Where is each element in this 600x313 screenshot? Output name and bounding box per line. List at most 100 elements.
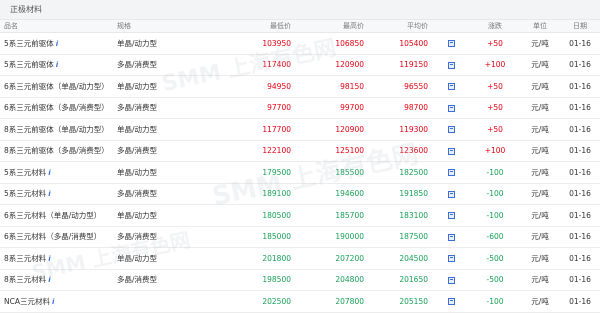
- cell-spec: 单晶/动力型: [113, 161, 221, 184]
- cell-unit-text: 元/吨: [531, 189, 549, 199]
- table-row[interactable]: 6系三元材料（单晶/动力型） 单晶/动力型 180500 185700 183100 -1…: [0, 204, 600, 227]
- cell-name-text: 5系三元材料: [4, 167, 47, 177]
- cell-date: 01-16: [560, 204, 600, 227]
- table-row[interactable]: 5系三元材料 i 多晶/消费型 189100 194600 191850 -100 元/吨 01…: [0, 183, 600, 205]
- cell-unit: 元/吨: [520, 226, 560, 248]
- cell-chart: [432, 97, 470, 119]
- cell-low-text: 117700: [262, 124, 291, 134]
- cell-date-text: 01-16: [569, 103, 591, 113]
- table-row[interactable]: 6系三元材料（多晶/消费型） 多晶/消费型 185000 190000 187500 -6…: [0, 226, 600, 248]
- cell-avg-text: 96550: [404, 81, 428, 91]
- cell-high-text: 120900: [335, 124, 364, 134]
- cell-unit: 元/吨: [520, 75, 560, 98]
- info-icon[interactable]: i: [56, 61, 58, 69]
- cell-high-text: 185700: [335, 210, 364, 220]
- chart-icon[interactable]: [447, 126, 455, 134]
- info-icon[interactable]: i: [48, 190, 50, 198]
- cell-low-text: 202500: [262, 296, 291, 306]
- col-header-chart: [432, 20, 470, 33]
- cell-chg-text: -100: [486, 189, 504, 199]
- chart-icon[interactable]: [447, 276, 455, 284]
- cell-low-text: 117400: [262, 60, 291, 70]
- cell-chart: [432, 32, 470, 55]
- cell-unit: 元/吨: [520, 140, 560, 162]
- table-row[interactable]: 5系三元材料 i 单晶/动力型 179500 185500 182500 -100 元/吨 01…: [0, 161, 600, 184]
- cell-spec: 单晶/动力型: [113, 247, 221, 270]
- col-header-name: 品名: [0, 20, 113, 33]
- cell-low-text: 94950: [267, 81, 291, 91]
- chart-icon[interactable]: [447, 255, 455, 263]
- chart-icon[interactable]: [447, 104, 455, 112]
- cell-chart: [432, 247, 470, 270]
- cell-chg-text: -500: [486, 253, 504, 263]
- cell-unit-text: 元/吨: [531, 232, 549, 242]
- table-row[interactable]: 5系三元前驱体 i 单晶/动力型 103950 106850 105400 +50 元/吨 01…: [0, 32, 600, 55]
- cell-avg-text: 204500: [399, 253, 428, 263]
- info-icon[interactable]: i: [48, 169, 50, 177]
- cell-high-text: 207200: [335, 253, 364, 263]
- cell-spec: 单晶/动力型: [113, 204, 221, 227]
- cell-low: 103950: [221, 32, 295, 55]
- cell-high: 120900: [295, 118, 368, 141]
- cell-date-text: 01-16: [569, 167, 591, 177]
- table-row[interactable]: 5系三元前驱体 i 多晶/消费型 117400 120900 119150 +100 元/吨 0…: [0, 54, 600, 76]
- table-row[interactable]: 6系三元前驱体（单晶/动力型） 单晶/动力型 94950 98150 96550 +50 元…: [0, 75, 600, 98]
- table-row[interactable]: 8系三元材料 i 多晶/消费型 198500 204800 201650 -500 元/吨 01…: [0, 269, 600, 291]
- chart-icon[interactable]: [447, 61, 455, 69]
- cell-date: 01-16: [560, 140, 600, 162]
- info-icon[interactable]: i: [56, 40, 58, 48]
- table-row[interactable]: 8系三元前驱体（多晶/消费型） 多晶/消费型 122100 125100 123600 +…: [0, 140, 600, 162]
- cell-high: 185500: [295, 161, 368, 184]
- cell-low-text: 185000: [262, 232, 291, 242]
- col-header-avg: 平均价: [368, 20, 432, 33]
- cell-high: 120900: [295, 54, 368, 76]
- cell-avg: 187500: [368, 226, 432, 248]
- table-row[interactable]: 8系三元前驱体（单晶/动力型） 单晶/动力型 117700 120900 119300 +…: [0, 118, 600, 141]
- cell-unit: 元/吨: [520, 97, 560, 119]
- cell-spec-text: 多晶/消费型: [117, 60, 158, 70]
- chart-icon[interactable]: [447, 190, 455, 198]
- chart-icon[interactable]: [447, 83, 455, 91]
- cell-high-text: 190000: [335, 232, 364, 242]
- cell-chart: [432, 226, 470, 248]
- cell-date: 01-16: [560, 247, 600, 270]
- cell-unit-text: 元/吨: [531, 253, 549, 263]
- chart-icon[interactable]: [447, 147, 455, 155]
- cell-name: 5系三元材料 i: [0, 183, 113, 205]
- cell-name: 6系三元前驱体（单晶/动力型）: [0, 75, 113, 98]
- cell-spec: 多晶/消费型: [113, 183, 221, 205]
- info-icon[interactable]: i: [48, 255, 50, 263]
- chart-icon[interactable]: [447, 40, 455, 48]
- cell-low: 180500: [221, 204, 295, 227]
- cell-spec-text: 单晶/动力型: [117, 253, 158, 263]
- cell-chg-text: -600: [486, 232, 504, 242]
- cell-low: 202500: [221, 290, 295, 313]
- chart-icon[interactable]: [447, 169, 455, 177]
- cell-unit: 元/吨: [520, 54, 560, 76]
- chart-icon[interactable]: [447, 212, 455, 220]
- chart-icon[interactable]: [447, 233, 455, 241]
- info-icon[interactable]: i: [48, 276, 50, 284]
- cell-unit: 元/吨: [520, 183, 560, 205]
- info-icon[interactable]: i: [52, 298, 54, 306]
- cell-spec-text: 单晶/动力型: [117, 38, 158, 48]
- cell-spec: 多晶/消费型: [113, 54, 221, 76]
- cell-avg: 182500: [368, 161, 432, 184]
- cell-high-text: 99700: [340, 103, 364, 113]
- table-row[interactable]: NCA三元材料 i 202500 207800 205150 -100 元/吨 01-16: [0, 290, 600, 313]
- cell-date: 01-16: [560, 290, 600, 313]
- cell-chg: +100: [470, 54, 520, 76]
- cell-avg: 119300: [368, 118, 432, 141]
- cell-chg-text: -500: [486, 275, 504, 285]
- cell-date-text: 01-16: [569, 189, 591, 199]
- chart-icon[interactable]: [447, 298, 455, 306]
- cell-avg-text: 205150: [399, 296, 428, 306]
- table-row[interactable]: 6系三元前驱体（多晶/消费型） 多晶/消费型 97700 99700 98700 +50 元…: [0, 97, 600, 119]
- cell-high: 125100: [295, 140, 368, 162]
- cell-low: 185000: [221, 226, 295, 248]
- section-title: 正极材料: [0, 0, 600, 20]
- table-row[interactable]: 8系三元材料 i 单晶/动力型 201800 207200 204500 -500 元/吨 01…: [0, 247, 600, 270]
- cell-name-text: 8系三元材料: [4, 253, 47, 263]
- cell-name-text: 5系三元前驱体: [4, 60, 54, 70]
- cell-avg-text: 123600: [399, 146, 428, 156]
